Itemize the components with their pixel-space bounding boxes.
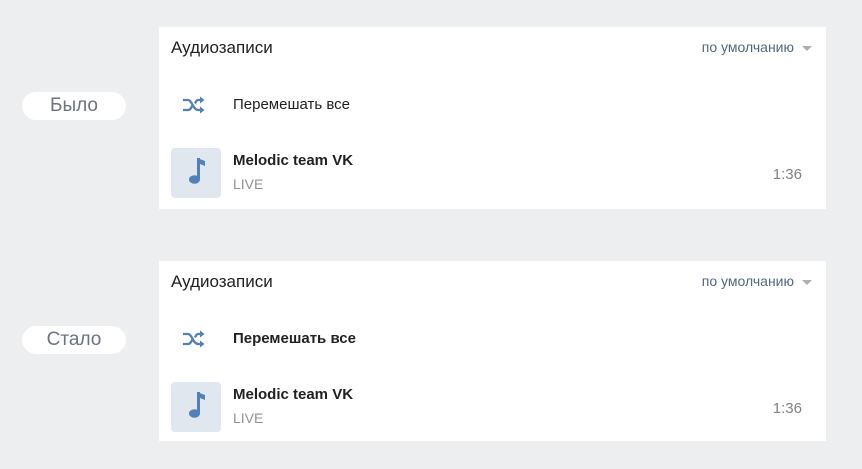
shuffle-label: Перемешать все [233,96,351,113]
shuffle-icon [181,328,207,350]
track-title[interactable]: Melodic team VK [233,152,353,169]
audio-card-after: Аудиозаписи по умолчанию Перемешать все [159,261,826,441]
chevron-down-icon [802,45,812,51]
after-label-pill: Стало [22,326,126,354]
card-title: Аудиозаписи [171,272,273,291]
before-label-pill: Было [22,92,126,120]
music-note-icon [186,156,206,191]
audio-track-row[interactable]: Melodic team VK LIVE 1:36 [159,382,826,434]
card-header: Аудиозаписи по умолчанию [159,261,826,301]
track-title[interactable]: Melodic team VK [233,386,353,403]
sort-dropdown[interactable]: по умолчанию [702,39,812,55]
track-duration: 1:36 [772,400,802,417]
chevron-down-icon [802,279,812,285]
audio-card-before: Аудиозаписи по умолчанию Перемешать все [159,27,826,209]
shuffle-all-button[interactable]: Перемешать все [159,323,826,355]
shuffle-icon [181,94,207,116]
track-artist[interactable]: LIVE [233,176,263,192]
sort-label: по умолчанию [701,39,794,55]
audio-track-row[interactable]: Melodic team VK LIVE 1:36 [159,148,826,200]
track-cover [171,148,221,198]
track-cover [171,382,221,432]
music-note-icon [186,390,206,425]
shuffle-label: Перемешать все [233,330,356,347]
track-artist[interactable]: LIVE [233,410,263,426]
card-title: Аудиозаписи [171,38,273,57]
track-duration: 1:36 [772,166,802,183]
card-header: Аудиозаписи по умолчанию [159,27,826,67]
sort-label: по умолчанию [701,273,794,289]
shuffle-all-button[interactable]: Перемешать все [159,89,826,121]
sort-dropdown[interactable]: по умолчанию [702,273,812,289]
